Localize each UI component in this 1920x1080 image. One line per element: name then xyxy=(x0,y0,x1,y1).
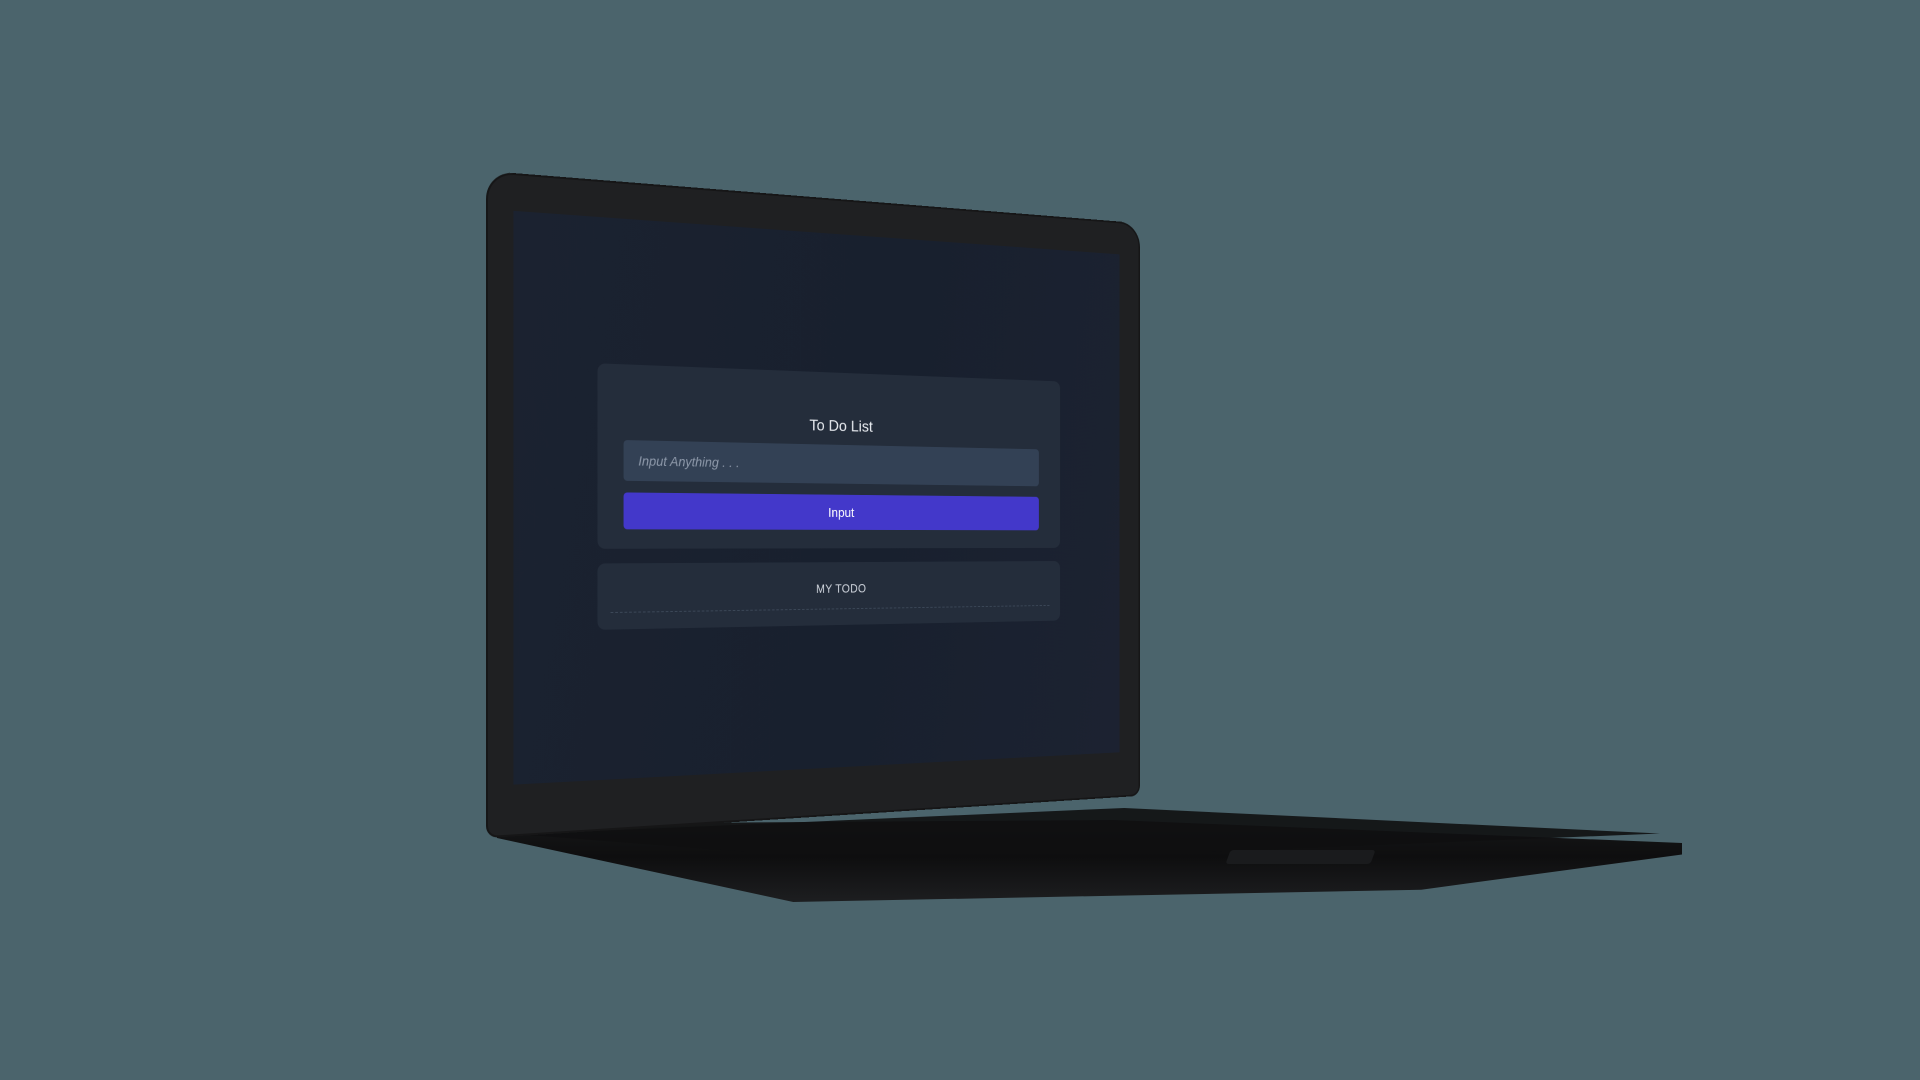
todo-list-divider xyxy=(610,604,1050,614)
todo-list-title: MY TODO xyxy=(816,582,867,596)
input-button[interactable]: Input xyxy=(623,492,1039,531)
scene: To Do List Input MY TODO xyxy=(0,0,1920,1080)
laptop-lid: To Do List Input MY TODO xyxy=(488,173,1139,836)
todo-form-card: To Do List Input xyxy=(597,363,1061,549)
page-title: To Do List xyxy=(809,416,873,436)
todo-list-card: MY TODO xyxy=(597,561,1061,630)
laptop-screen: To Do List Input MY TODO xyxy=(513,210,1120,785)
todo-app: To Do List Input MY TODO xyxy=(513,211,1119,785)
laptop-trackpad xyxy=(1225,850,1376,864)
todo-input[interactable] xyxy=(623,440,1039,487)
